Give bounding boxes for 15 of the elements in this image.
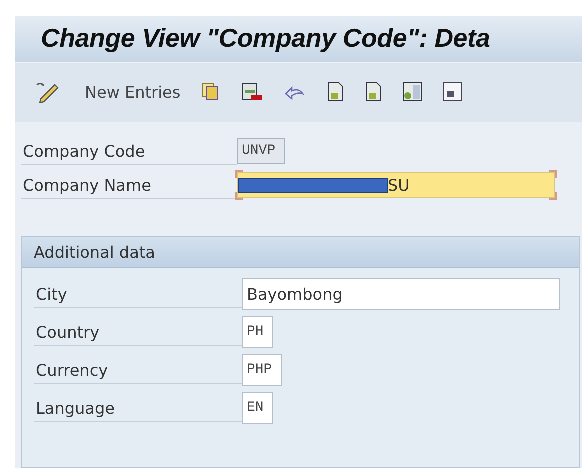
- table-icon[interactable]: [402, 82, 423, 102]
- document-icon[interactable]: [326, 82, 345, 102]
- pencil-icon[interactable]: [35, 81, 61, 104]
- document-icon[interactable]: [240, 82, 263, 102]
- input-field[interactable]: Bayombong: [242, 278, 560, 310]
- window-icon[interactable]: [442, 82, 463, 102]
- input-field[interactable]: SU: [237, 172, 555, 198]
- input-field[interactable]: EN: [242, 392, 274, 424]
- window-title: Change View "Company Code": Deta: [41, 23, 490, 54]
- group-title: Additional data: [34, 242, 156, 262]
- copy-icon[interactable]: [200, 82, 221, 102]
- document-icon[interactable]: [364, 82, 383, 102]
- new-entries-button[interactable]: New Entries: [85, 82, 181, 102]
- input-field[interactable]: PHP: [242, 354, 282, 386]
- input-field[interactable]: PH: [242, 316, 274, 348]
